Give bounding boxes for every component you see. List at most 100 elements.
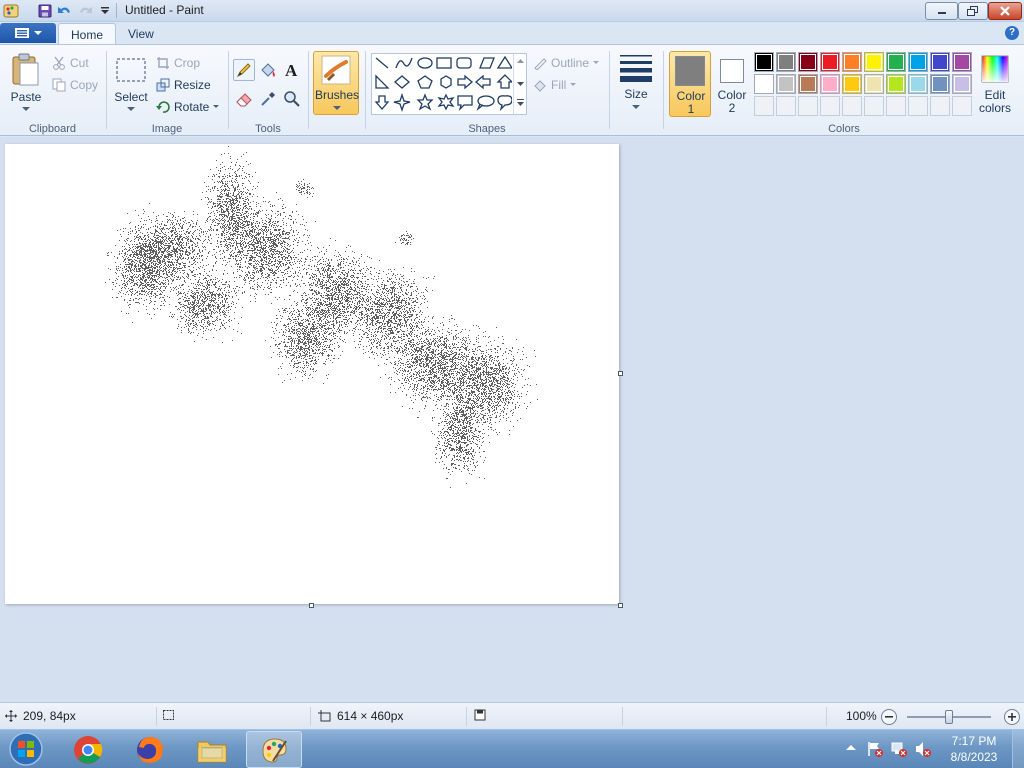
eyedropper-icon	[261, 92, 275, 106]
palette-swatch[interactable]	[842, 74, 862, 94]
chevron-down-icon	[570, 83, 577, 86]
restore-button[interactable]	[958, 2, 988, 20]
pencil-tool[interactable]	[233, 59, 255, 81]
select-button[interactable]: Select	[112, 51, 150, 117]
close-icon	[1000, 6, 1010, 16]
palette-swatch[interactable]	[908, 52, 928, 72]
palette-swatch-empty[interactable]	[798, 96, 818, 116]
resize-handle-right[interactable]	[618, 371, 623, 376]
shapes-gallery[interactable]	[371, 53, 527, 115]
clock-time: 7:17 PM	[951, 734, 997, 748]
colors-group-label: Colors	[828, 123, 860, 135]
tools-group: A Tools	[230, 47, 306, 135]
brushes-button[interactable]: Brushes	[313, 51, 359, 115]
zoom-in-button[interactable]	[1004, 709, 1020, 725]
palette-swatch[interactable]	[952, 52, 972, 72]
palette-swatch-empty[interactable]	[754, 96, 774, 116]
rotate-button[interactable]: Rotate	[156, 97, 220, 117]
taskbar-paint[interactable]	[246, 731, 302, 768]
outline-button[interactable]: Outline	[533, 53, 600, 73]
paint-menu-button[interactable]	[0, 23, 56, 43]
palette-swatch[interactable]	[798, 74, 818, 94]
shapes-gallery-scroll[interactable]	[513, 54, 526, 114]
palette-swatch-empty[interactable]	[820, 96, 840, 116]
image-group: Select Crop Resize Rotate Image	[108, 47, 226, 135]
show-hidden-icons-button[interactable]	[845, 742, 857, 754]
undo-icon[interactable]	[56, 2, 74, 20]
palette-swatch[interactable]	[864, 74, 884, 94]
paste-button[interactable]: Paste	[6, 51, 46, 117]
crop-button[interactable]: Crop	[156, 53, 200, 73]
drawing-canvas[interactable]	[5, 144, 619, 604]
tray-action-center[interactable]	[866, 740, 884, 758]
palette-swatch[interactable]	[842, 52, 862, 72]
palette-swatch[interactable]	[952, 74, 972, 94]
status-bar: 209, 84px 614 × 460px 100%	[0, 702, 1024, 729]
customize-qat-icon[interactable]	[96, 2, 114, 20]
magnifier-tool[interactable]	[281, 88, 303, 110]
palette-swatch-empty[interactable]	[886, 96, 906, 116]
edit-colors-button[interactable]: Edit colors	[975, 51, 1015, 117]
palette-swatch-empty[interactable]	[908, 96, 928, 116]
zoom-slider-track[interactable]	[907, 710, 991, 724]
palette-swatch-empty[interactable]	[930, 96, 950, 116]
copy-button[interactable]: Copy	[52, 75, 98, 95]
palette-swatch[interactable]	[754, 52, 774, 72]
palette-swatch[interactable]	[886, 52, 906, 72]
canvas-workspace[interactable]	[0, 137, 1024, 702]
color2-button[interactable]: Color 2	[713, 51, 751, 117]
clock-date: 8/8/2023	[950, 750, 998, 764]
palette-swatch[interactable]	[820, 74, 840, 94]
palette-swatch[interactable]	[776, 74, 796, 94]
palette-swatch[interactable]	[820, 52, 840, 72]
size-button[interactable]: Size	[614, 51, 658, 115]
show-desktop-button[interactable]	[1012, 730, 1024, 768]
minimize-button[interactable]	[925, 2, 958, 20]
palette-swatch[interactable]	[754, 74, 774, 94]
tray-volume[interactable]	[914, 740, 932, 758]
cut-button[interactable]: Cut	[52, 53, 89, 73]
system-clock[interactable]: 7:17 PM 8/8/2023	[944, 733, 1004, 765]
taskbar-firefox[interactable]	[122, 731, 178, 768]
color1-button[interactable]: Color 1	[669, 51, 711, 117]
text-tool[interactable]: A	[281, 59, 303, 81]
tab-home[interactable]: Home	[58, 23, 117, 45]
palette-swatch[interactable]	[886, 74, 906, 94]
start-button[interactable]	[4, 730, 48, 768]
taskbar-explorer[interactable]	[184, 731, 240, 768]
palette-swatch-empty[interactable]	[842, 96, 862, 116]
fill-button[interactable]: Fill	[533, 75, 577, 95]
palette-swatch[interactable]	[930, 52, 950, 72]
save-icon[interactable]	[36, 2, 54, 20]
zoom-out-button[interactable]	[881, 709, 897, 725]
tab-view[interactable]: View	[116, 23, 166, 45]
paint-app-icon[interactable]	[2, 2, 20, 20]
fill-tool[interactable]	[257, 59, 279, 81]
palette-swatch[interactable]	[798, 52, 818, 72]
chevron-down-icon	[127, 107, 135, 111]
clipboard-group-label: Clipboard	[28, 123, 77, 135]
palette-swatch-empty[interactable]	[864, 96, 884, 116]
flag-warning-icon	[868, 742, 883, 757]
resize-button[interactable]: Resize	[156, 75, 211, 95]
resize-handle-bottom[interactable]	[309, 603, 314, 608]
palette-swatch-empty[interactable]	[776, 96, 796, 116]
help-icon[interactable]: ?	[1005, 26, 1019, 40]
windows-start-icon	[9, 732, 43, 766]
redo-icon[interactable]	[76, 2, 94, 20]
palette-swatch[interactable]	[908, 74, 928, 94]
zoom-slider-thumb[interactable]	[945, 710, 953, 724]
palette-swatch[interactable]	[776, 52, 796, 72]
eraser-tool[interactable]	[233, 88, 255, 110]
color-picker-tool[interactable]	[257, 88, 279, 110]
palette-swatch[interactable]	[930, 74, 950, 94]
resize-handle-corner[interactable]	[618, 603, 623, 608]
palette-swatch-empty[interactable]	[952, 96, 972, 116]
chrome-icon	[74, 735, 103, 764]
taskbar-chrome[interactable]	[60, 731, 116, 768]
svg-text:A: A	[285, 61, 298, 79]
close-button[interactable]	[988, 2, 1022, 20]
tray-network[interactable]	[890, 740, 908, 758]
palette-swatch[interactable]	[864, 52, 884, 72]
crop-icon	[157, 57, 169, 69]
